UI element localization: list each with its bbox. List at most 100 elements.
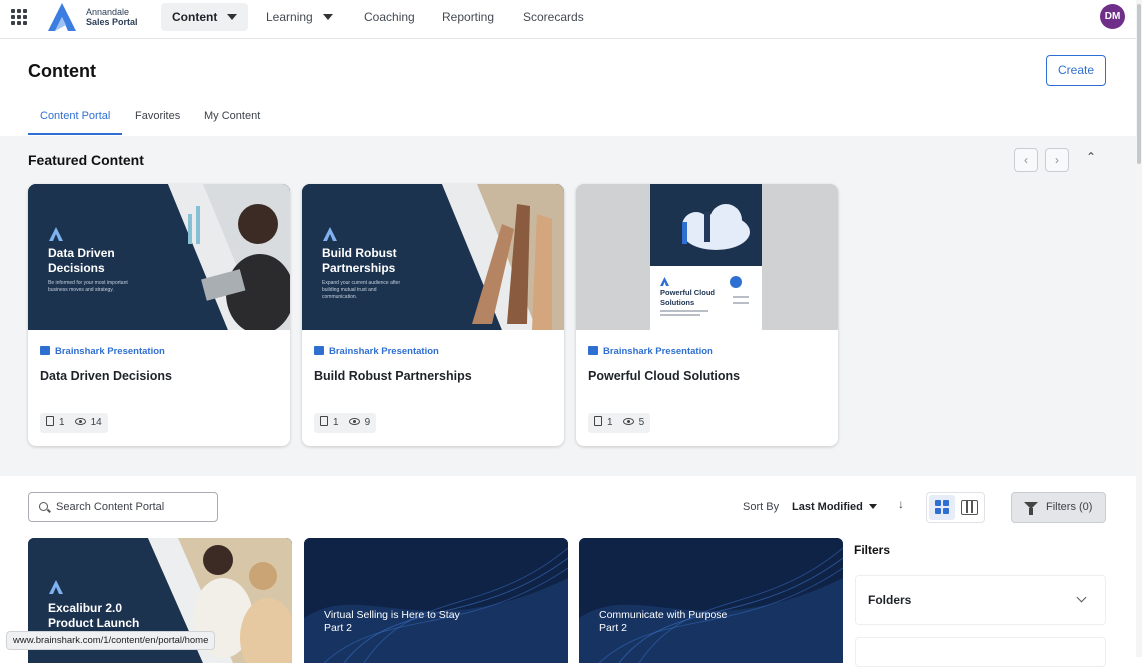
tab-content-portal[interactable]: Content Portal — [28, 104, 123, 135]
folders-filter[interactable]: Folders — [855, 575, 1106, 625]
view-toggle — [926, 492, 985, 523]
thumbnail-title: Powerful Cloud Solutions — [660, 288, 715, 307]
nav-reporting-label: Reporting — [442, 10, 495, 24]
sort-value: Last Modified — [792, 501, 863, 513]
thumbnail-title: Build Robust Partnerships — [322, 246, 397, 275]
featured-title: Featured Content — [28, 152, 144, 168]
featured-card[interactable]: Build Robust Partnerships Expand your cu… — [302, 184, 564, 446]
logo-mark-icon — [49, 227, 63, 241]
thumbnail-wave — [304, 538, 568, 663]
chevron-up-icon: ⌃ — [1086, 150, 1097, 164]
presentation-icon — [314, 346, 324, 355]
document-icon — [594, 416, 602, 426]
nav-scorecards-label: Scorecards — [523, 10, 584, 24]
library-card[interactable]: Virtual Selling is Here to Stay Part 2 — [304, 538, 568, 663]
logo-mark-icon — [49, 580, 63, 594]
document-icon — [46, 416, 54, 426]
filters-button[interactable]: Filters (0) — [1011, 492, 1106, 523]
library-card[interactable]: Communicate with Purpose Part 2 — [579, 538, 843, 663]
search-input[interactable]: Search Content Portal — [28, 492, 218, 522]
sort-select[interactable]: Last Modified — [792, 501, 877, 513]
status-url: www.brainshark.com/1/content/en/portal/h… — [6, 631, 216, 650]
card-thumbnail: Data Driven Decisions Be informed for yo… — [28, 184, 290, 330]
nav-scorecards[interactable]: Scorecards — [512, 3, 595, 31]
card-stats: 19 — [314, 413, 377, 433]
thumbnail-title: Virtual Selling is Here to Stay Part 2 — [324, 609, 460, 634]
search-icon — [39, 502, 48, 511]
card-title[interactable]: Powerful Cloud Solutions — [588, 369, 740, 383]
card-thumbnail: Powerful Cloud Solutions — [576, 184, 838, 330]
logo-mark-icon — [323, 227, 337, 241]
filters-panel-title: Filters — [854, 543, 891, 557]
nav-reporting[interactable]: Reporting — [431, 3, 505, 31]
nav-content-label: Content — [172, 10, 218, 24]
nav-coaching[interactable]: Coaching — [353, 3, 426, 31]
doc-count: 1 — [333, 417, 339, 428]
nav-learning-label: Learning — [266, 10, 313, 24]
brand-line2: Sales Portal — [86, 17, 138, 27]
doc-count: 1 — [607, 417, 613, 428]
chevron-down-icon — [227, 13, 238, 20]
presentation-icon — [40, 346, 50, 355]
card-type-label: Brainshark Presentation — [329, 346, 439, 357]
grid-view-icon — [935, 500, 941, 506]
tab-my-content[interactable]: My Content — [204, 104, 260, 135]
document-icon — [320, 416, 328, 426]
tab-favorites[interactable]: Favorites — [135, 104, 180, 135]
filter-icon — [1024, 502, 1038, 515]
carousel-next-button[interactable]: › — [1045, 148, 1069, 172]
page-scrollbar[interactable] — [1136, 0, 1142, 657]
featured-card[interactable]: Powerful Cloud Solutions Brainshark Pres… — [576, 184, 838, 446]
chevron-down-icon — [1076, 592, 1087, 603]
card-type: Brainshark Presentation — [40, 346, 165, 357]
sort-label: Sort By — [743, 501, 780, 513]
chevron-left-icon: ‹ — [1024, 153, 1028, 167]
thumbnail-photo — [576, 184, 838, 330]
brand-logo[interactable]: Annandale Sales Portal — [46, 1, 146, 33]
view-count: 14 — [90, 417, 102, 428]
top-nav: Annandale Sales Portal Content Learning … — [0, 0, 1142, 39]
carousel-prev-button[interactable]: ‹ — [1014, 148, 1038, 172]
table-view-icon[interactable] — [961, 500, 978, 515]
folders-filter-label: Folders — [868, 593, 912, 607]
card-stats: 1 14 — [40, 413, 108, 433]
collapse-featured-button[interactable]: ⌃ — [1086, 150, 1096, 164]
doc-count: 1 — [59, 417, 65, 428]
eye-icon — [74, 418, 86, 425]
search-placeholder: Search Content Portal — [56, 501, 165, 513]
app-launcher-icon[interactable] — [11, 9, 27, 25]
nav-learning[interactable]: Learning — [255, 3, 344, 31]
filter-section[interactable] — [855, 637, 1106, 667]
card-title[interactable]: Build Robust Partnerships — [314, 369, 472, 383]
thumbnail-title: Excalibur 2.0 Product Launch — [48, 601, 140, 630]
thumbnail-subtitle: Expand your current audience after build… — [322, 280, 401, 300]
logo-mark-icon — [660, 277, 669, 286]
filters-button-label: Filters (0) — [1046, 501, 1093, 513]
view-count: 9 — [364, 417, 371, 428]
eye-icon — [348, 418, 360, 425]
thumbnail-subtitle: Be informed for your most important busi… — [48, 280, 128, 293]
card-type: Brainshark Presentation — [588, 346, 713, 357]
brand-line1: Annandale — [86, 7, 130, 17]
thumbnail-title: Data Driven Decisions — [48, 246, 115, 275]
card-title[interactable]: Data Driven Decisions — [40, 369, 172, 383]
sort-direction-button[interactable]: ↓ — [898, 497, 904, 511]
arrow-down-icon: ↓ — [898, 497, 904, 511]
view-count: 5 — [638, 417, 645, 428]
featured-section: Featured Content ‹ › ⌃ Data Driven Decis… — [0, 136, 1136, 476]
featured-card[interactable]: Data Driven Decisions Be informed for yo… — [28, 184, 290, 446]
create-button[interactable]: Create — [1046, 55, 1106, 86]
card-type: Brainshark Presentation — [314, 346, 439, 357]
avatar[interactable]: DM — [1100, 4, 1125, 29]
card-stats: 15 — [588, 413, 651, 433]
grid-view-button[interactable] — [929, 495, 955, 520]
chevron-right-icon: › — [1055, 153, 1059, 167]
presentation-icon — [588, 346, 598, 355]
nav-coaching-label: Coaching — [364, 10, 415, 24]
card-type-label: Brainshark Presentation — [55, 346, 165, 357]
card-thumbnail: Build Robust Partnerships Expand your cu… — [302, 184, 564, 330]
nav-content[interactable]: Content — [161, 3, 249, 31]
page-title: Content — [28, 61, 96, 81]
eye-icon — [622, 418, 634, 425]
chevron-down-icon — [868, 503, 877, 509]
